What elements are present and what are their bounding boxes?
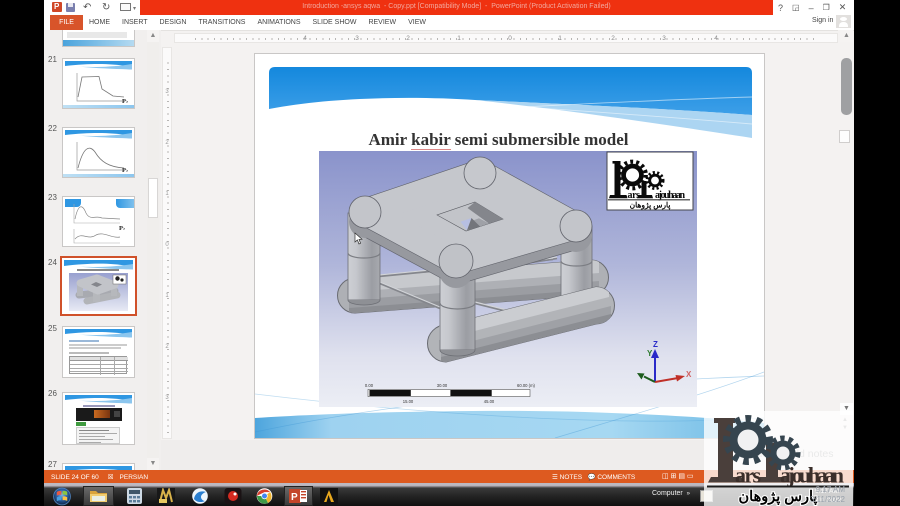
svg-text:ajouhaan: ajouhaan [780,463,844,488]
svg-text:ars: ars [735,463,761,488]
svg-text:15.00: 15.00 [403,399,414,404]
svg-text:پارس پژوهان: پارس پژوهان [630,201,672,211]
svg-text:Y: Y [647,349,653,358]
svg-text:30.00: 30.00 [437,383,448,388]
svg-text:پارس پژوهان: پارس پژوهان [739,489,818,506]
svg-text:60.00 (m): 60.00 (m) [517,383,536,388]
svg-text:9:17 AM: 9:17 AM [816,485,846,494]
svg-text:0.00: 0.00 [365,383,374,388]
svg-text:X: X [686,370,692,379]
svg-text:P: P [291,492,298,503]
svg-text:45.00: 45.00 [484,399,495,404]
svg-text:3/11/2022: 3/11/2022 [810,495,846,504]
svg-text:Z: Z [653,340,658,349]
